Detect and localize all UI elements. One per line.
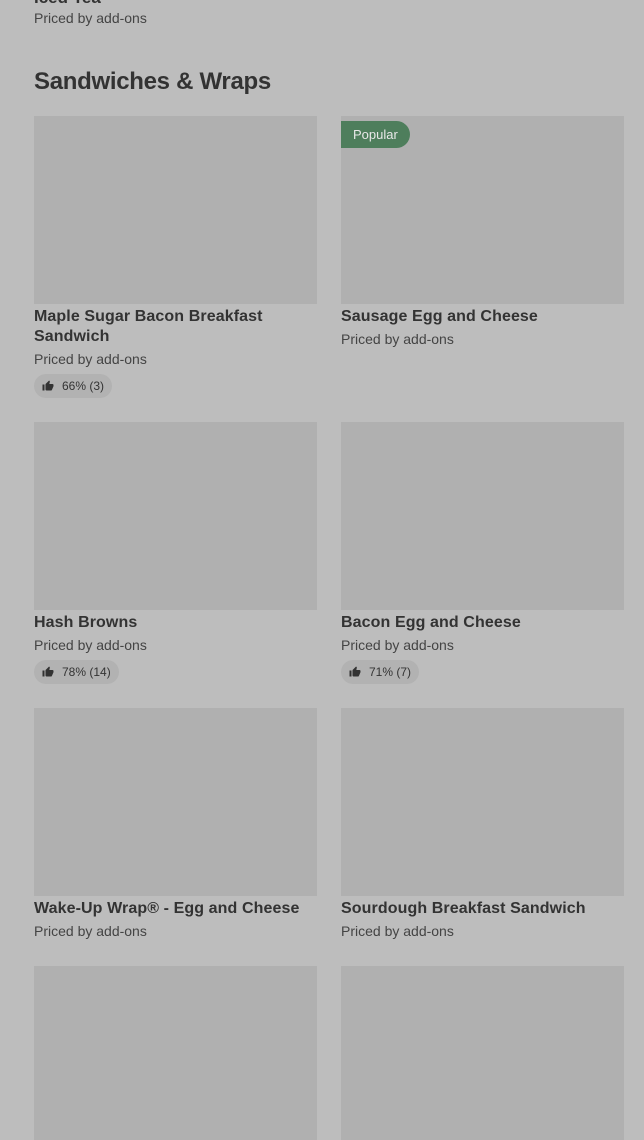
rating-text: 71% (7) xyxy=(369,665,412,679)
item-name[interactable]: Bacon Egg and Cheese xyxy=(341,613,624,633)
menu-item-card[interactable]: Sourdough Breakfast Sandwich Priced by a… xyxy=(341,708,624,940)
item-price: Priced by add-ons xyxy=(34,637,147,653)
item-image[interactable] xyxy=(34,422,317,610)
item-name[interactable]: Sausage Egg and Cheese xyxy=(341,307,624,327)
item-price: Priced by add-ons xyxy=(341,923,454,939)
menu-item-card[interactable] xyxy=(341,966,624,1140)
rating-badge: 66% (3) xyxy=(34,374,113,398)
rating-badge: 78% (14) xyxy=(34,660,119,684)
item-image[interactable] xyxy=(341,966,624,1140)
item-price: Priced by add-ons xyxy=(341,331,454,347)
item-image[interactable] xyxy=(341,708,624,896)
item-image[interactable] xyxy=(34,966,317,1140)
item-name[interactable]: Maple Sugar Bacon Breakfast Sandwich xyxy=(34,307,317,347)
item-name[interactable]: Wake-Up Wrap® - Egg and Cheese xyxy=(34,899,317,919)
popular-badge: Popular xyxy=(341,121,410,148)
rating-text: 78% (14) xyxy=(62,665,111,679)
previous-item-price: Priced by add-ons xyxy=(34,10,147,26)
thumbs-up-icon xyxy=(42,380,54,391)
menu-item-card[interactable]: Popular Sausage Egg and Cheese Priced by… xyxy=(341,116,624,348)
item-price: Priced by add-ons xyxy=(341,637,454,653)
item-image[interactable] xyxy=(34,116,317,304)
thumbs-up-icon xyxy=(349,666,361,677)
menu-item-card[interactable]: Wake-Up Wrap® - Egg and Cheese Priced by… xyxy=(34,708,317,940)
rating-badge: 71% (7) xyxy=(341,660,420,684)
previous-item-title[interactable]: Iced Tea xyxy=(34,0,101,8)
item-name[interactable]: Sourdough Breakfast Sandwich xyxy=(341,899,624,919)
item-image[interactable] xyxy=(34,708,317,896)
item-image[interactable] xyxy=(341,422,624,610)
menu-item-card[interactable]: Maple Sugar Bacon Breakfast Sandwich Pri… xyxy=(34,116,317,398)
item-price: Priced by add-ons xyxy=(34,923,147,939)
menu-item-card[interactable]: Hash Browns Priced by add-ons 78% (14) xyxy=(34,422,317,684)
menu-item-card[interactable]: Bacon Egg and Cheese Priced by add-ons 7… xyxy=(341,422,624,684)
rating-text: 66% (3) xyxy=(62,379,105,393)
thumbs-up-icon xyxy=(42,666,54,677)
item-name[interactable]: Hash Browns xyxy=(34,613,317,633)
item-image[interactable]: Popular xyxy=(341,116,624,304)
menu-item-card[interactable] xyxy=(34,966,317,1140)
item-price: Priced by add-ons xyxy=(34,351,147,367)
section-title: Sandwiches & Wraps xyxy=(34,68,271,95)
